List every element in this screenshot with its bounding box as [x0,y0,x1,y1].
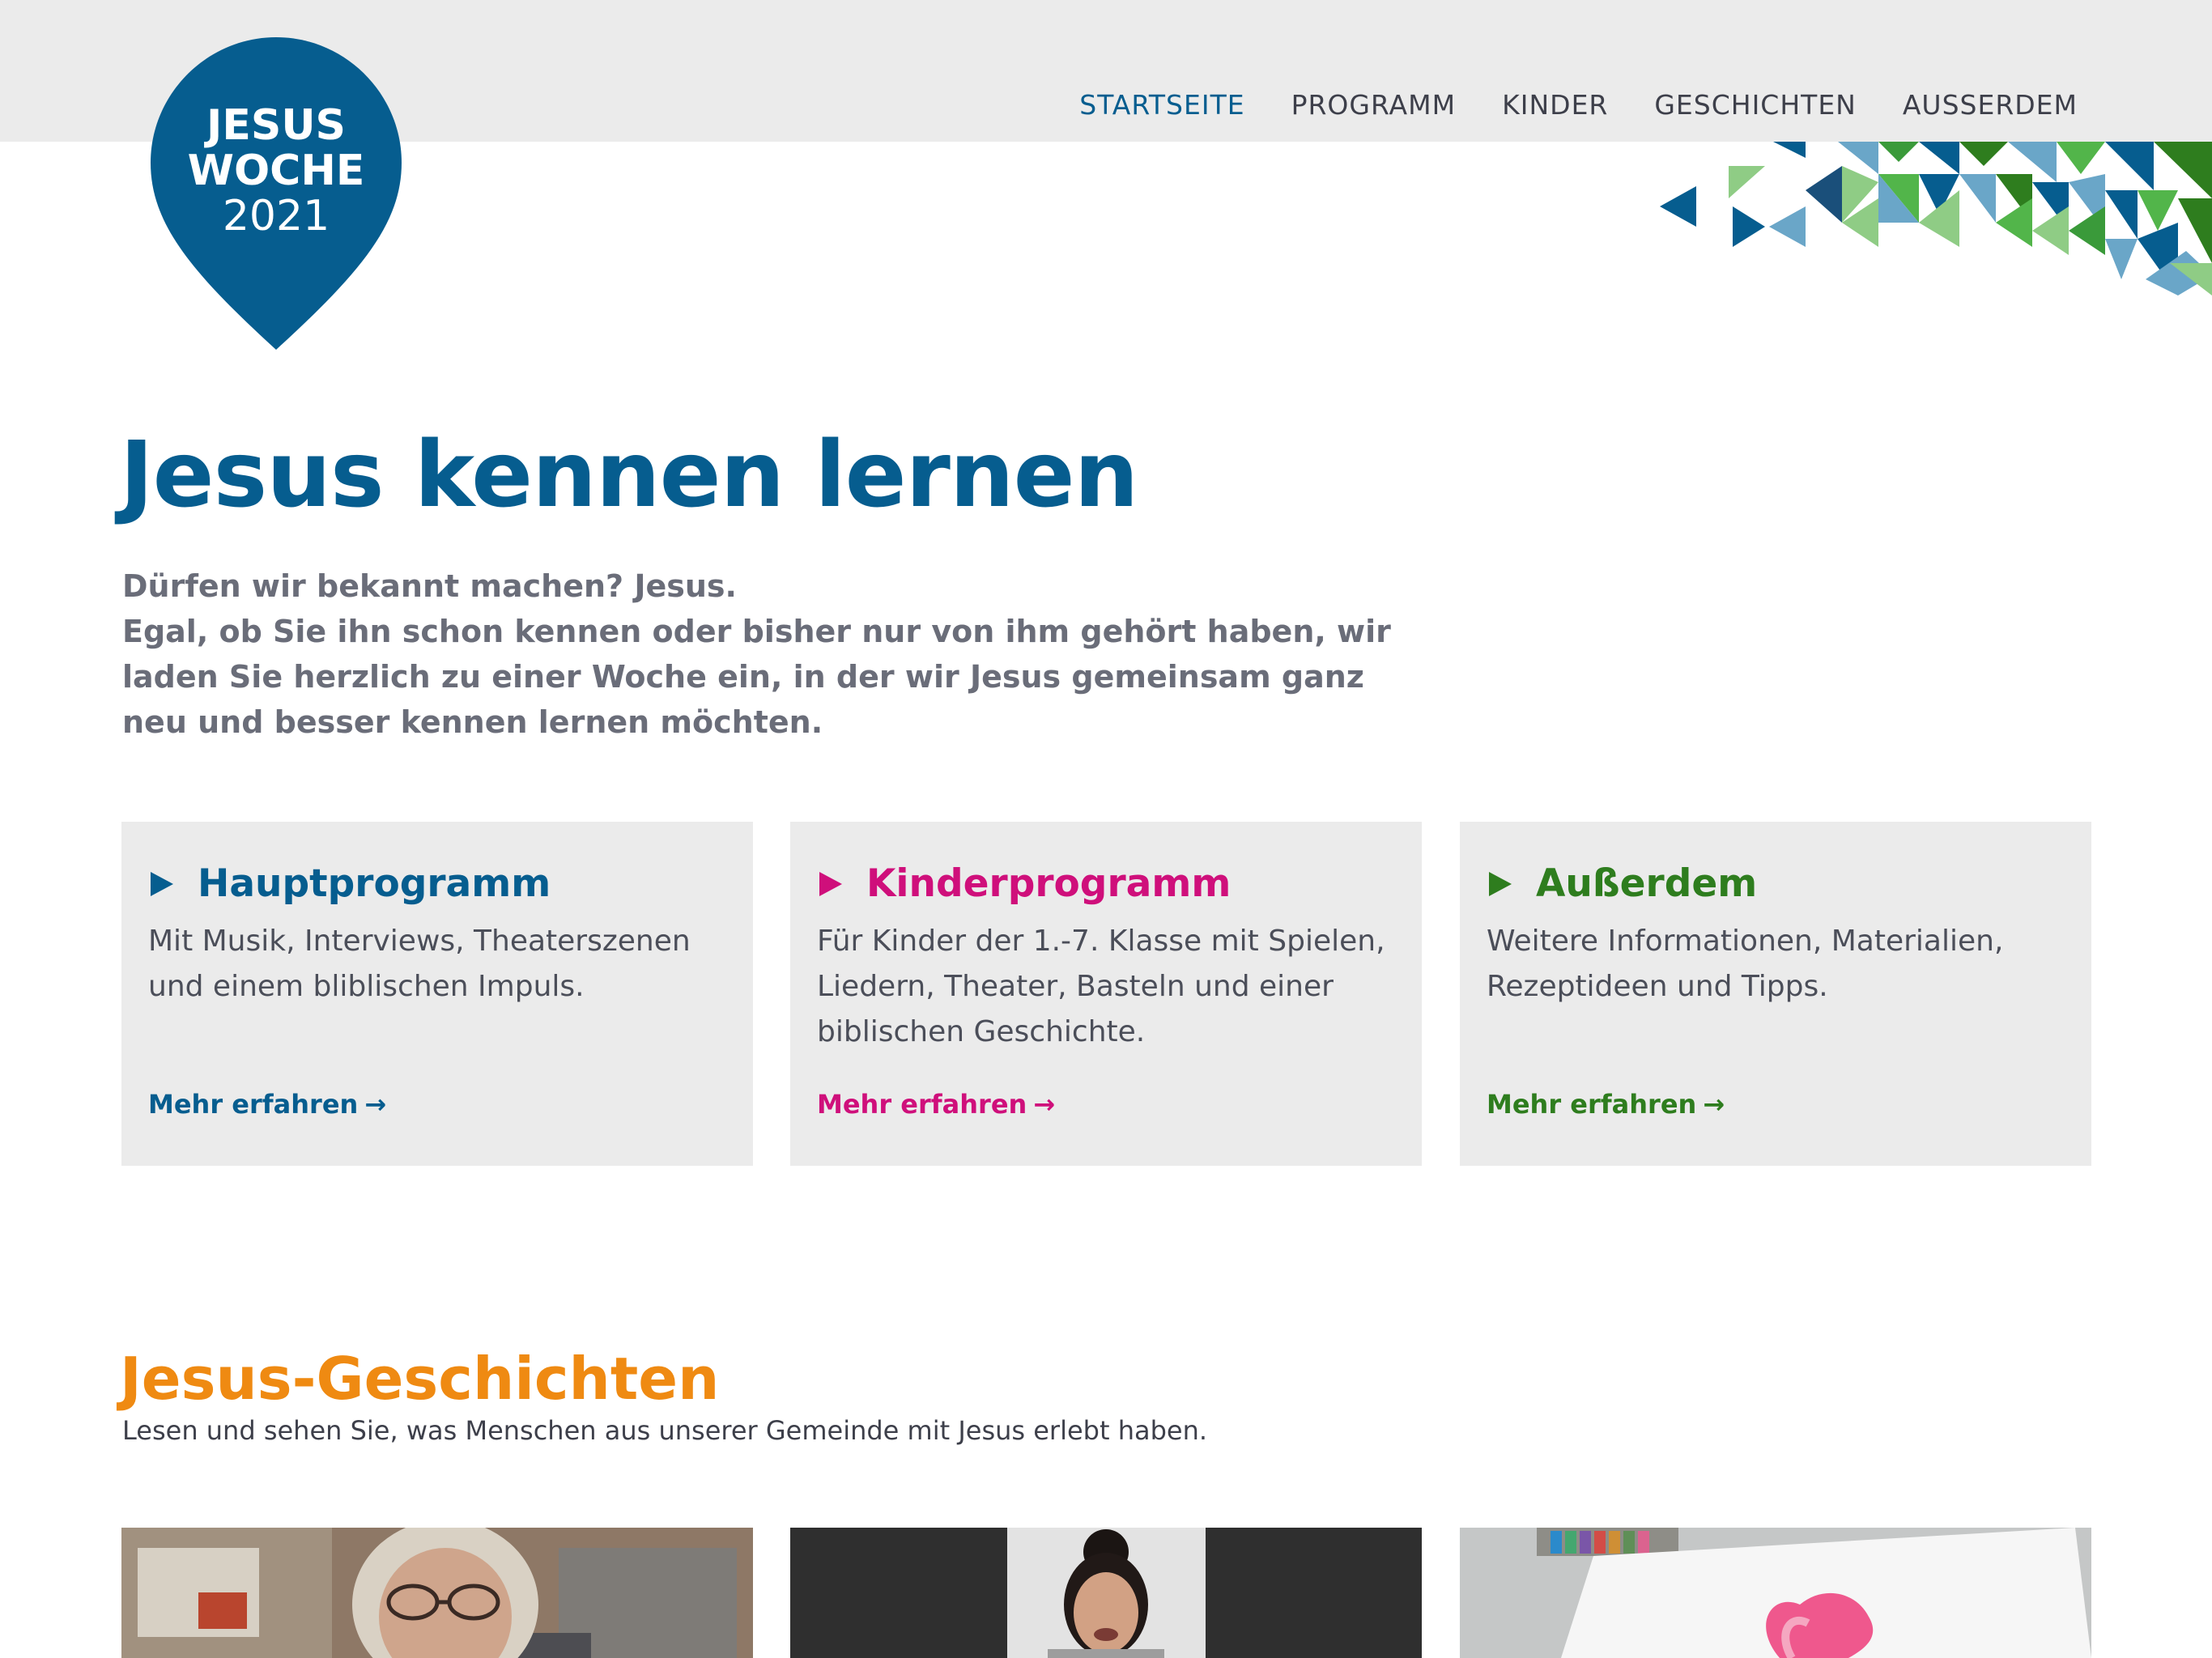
card-description-line: und einem bliblischen Impuls. [148,970,585,1003]
hero-intro-line: neu und besser kennen lernen möchten. [122,704,823,740]
card-description-line: biblischen Geschichte. [817,1015,1146,1048]
card-header: Außerdem [1489,856,1757,912]
hero-intro-line: Egal, ob Sie ihn schon kennen oder bishe… [122,614,1391,649]
card-description-line: Liedern, Theater, Basteln und einer [817,970,1334,1003]
nav-item-startseite[interactable]: STARTSEITE [1079,87,1244,123]
story-thumbnail-older-woman[interactable] [121,1528,753,1658]
logo-link[interactable]: JESUS WOCHE 2021 [151,37,402,350]
arrow-right-icon: → [1703,1089,1725,1120]
nav-item-ausserdem[interactable]: AUSSERDEM [1903,87,2078,123]
card-title: Außerdem [1536,861,1758,906]
stories-subtitle: Lesen und sehen Sie, was Menschen aus un… [122,1415,1208,1446]
hero-intro-line: laden Sie herzlich zu einer Woche ein, i… [122,659,1364,695]
card-header: Hauptprogramm [151,856,551,912]
card-title: Kinderprogramm [866,861,1231,906]
logo-line-1: JESUS [204,101,346,150]
mehr-erfahren-link-kinderprogramm[interactable]: Mehr erfahren → [817,1089,1055,1120]
link-label: Mehr erfahren [817,1089,1027,1120]
location-pin-icon: JESUS WOCHE 2021 [151,37,402,350]
card-description: Weitere Informationen, Materialien, Reze… [1487,919,2069,1010]
card-hauptprogramm[interactable]: Hauptprogramm Mit Musik, Interviews, The… [121,822,753,1166]
card-kinderprogramm[interactable]: Kinderprogramm Für Kinder der 1.-7. Klas… [790,822,1422,1166]
hero-intro-line: Dürfen wir bekannt machen? Jesus. [122,568,737,604]
card-description: Mit Musik, Interviews, Theaterszenen und… [148,919,731,1010]
logo-line-3: 2021 [223,192,330,240]
nav-item-programm[interactable]: PROGRAMM [1291,87,1457,123]
story-thumbnail-heart-drawing[interactable] [1460,1528,2091,1658]
story-thumbnail-girl[interactable] [790,1528,1422,1658]
mehr-erfahren-link-ausserdem[interactable]: Mehr erfahren → [1487,1089,1725,1120]
card-description-line: Mit Musik, Interviews, Theaterszenen [148,925,691,958]
card-description-line: Weitere Informationen, Materialien, [1487,925,2004,958]
hero-title: Jesus kennen lernen [120,423,1138,528]
link-label: Mehr erfahren [148,1089,359,1120]
card-header: Kinderprogramm [819,856,1231,912]
arrow-right-icon: → [1033,1089,1056,1120]
mehr-erfahren-link-hauptprogramm[interactable]: Mehr erfahren → [148,1089,386,1120]
photo-older-woman [121,1528,753,1658]
main-nav: STARTSEITE PROGRAMM KINDER GESCHICHTEN A… [1079,87,2078,123]
page: JESUS WOCHE 2021 STARTSEITE PROGRAMM KIN… [0,0,2212,1658]
play-triangle-icon [151,872,173,896]
card-ausserdem[interactable]: Außerdem Weitere Informationen, Material… [1460,822,2091,1166]
arrow-right-icon: → [364,1089,387,1120]
nav-item-geschichten[interactable]: GESCHICHTEN [1654,87,1857,123]
card-description-line: Für Kinder der 1.-7. Klasse mit Spielen, [817,925,1385,958]
link-label: Mehr erfahren [1487,1089,1697,1120]
nav-item-kinder[interactable]: KINDER [1502,87,1608,123]
stories-title: Jesus-Geschichten [120,1345,720,1413]
card-description: Für Kinder der 1.-7. Klasse mit Spielen,… [817,919,1400,1055]
decorative-triangle-pattern [1660,142,2212,295]
photo-girl [790,1528,1422,1658]
card-description-line: Rezeptideen und Tipps. [1487,970,1828,1003]
card-title: Hauptprogramm [198,861,551,906]
play-triangle-icon [1489,872,1512,896]
logo-line-2: WOCHE [188,147,365,195]
hero-intro: Dürfen wir bekannt machen? Jesus. Egal, … [122,563,1418,745]
play-triangle-icon [819,872,842,896]
photo-heart-drawing [1460,1528,2091,1658]
